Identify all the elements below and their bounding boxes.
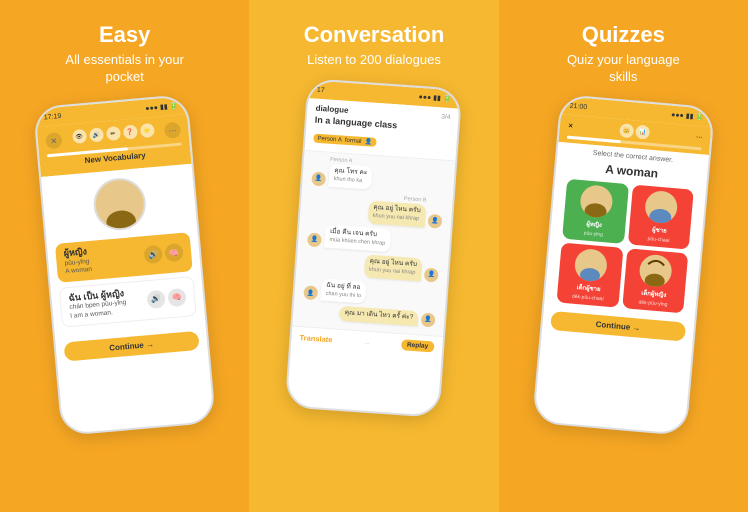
quiz-option-4-thai: เด็กผู้หญิง — [641, 287, 667, 299]
brain-btn-2[interactable]: 🧠 — [167, 287, 187, 307]
panel-easy: Easy All essentials in yourpocket 17:19 … — [0, 0, 249, 512]
icon-1: 👁 — [72, 129, 87, 144]
listen-btn-1[interactable]: 🔊 — [144, 245, 164, 265]
quiz-avatar-2 — [644, 190, 679, 225]
panel-easy-subtitle: All essentials in yourpocket — [65, 52, 184, 86]
quiz-person-3-icon — [573, 248, 608, 283]
dialogue-title: dialogue — [316, 104, 349, 115]
panel-easy-title: Easy — [99, 22, 150, 48]
avatar — [91, 176, 147, 232]
vocab-en-1: A woman — [65, 266, 92, 277]
panel-conversation-title: Conversation — [304, 22, 445, 48]
chat-bubble-4: คุณ อยู่ ไหน ครับkhun yuu nai khrap — [364, 254, 423, 281]
status-icons-left: ●●● ▮▮ 🔋 — [145, 101, 179, 112]
quiz-more-btn[interactable]: ⋯ — [695, 133, 702, 142]
formal-label: formal — [345, 138, 362, 145]
quiz-person-4-icon — [638, 253, 673, 288]
quiz-avatar-1 — [579, 184, 614, 219]
chat-bubble-3: เมื่อ คืน เจน ครับmüa khüen chen khrap — [324, 224, 391, 251]
status-time-right: 21:00 — [569, 102, 587, 111]
formal-badge: Person A formal 👤 — [314, 133, 377, 146]
quiz-option-1[interactable]: ผู้หญิง pûu-yǐng — [562, 179, 628, 244]
quiz-option-3-roman: dèk-pûu-chaai — [572, 293, 604, 302]
quiz-option-4-roman: dèk-pûu-yǐng — [638, 299, 667, 307]
translate-label[interactable]: Translate — [300, 333, 333, 344]
person-icon — [93, 178, 145, 230]
status-time-left: 17:19 — [44, 112, 62, 121]
chat-bubble-6: คุณ มา เดิน ไหว ครั้ ค่ะ? — [340, 306, 420, 326]
chat-bubble-2: คุณ อยู่ ไหน ครับkhun yuu nai khrap — [368, 200, 427, 227]
chat-avatar-right-3: 👤 — [421, 312, 436, 327]
quiz-content: Select the correct answer. A woman ผู้หญ… — [544, 142, 709, 320]
quiz-option-3[interactable]: เด็กผู้ชาย dèk-pûu-chaai — [556, 242, 622, 307]
vocab-content: ผู้หญิง pûu-yǐng A woman 🔊 🧠 ฉัน เป็น ผู… — [47, 227, 206, 337]
phone-conversation: 17 ●●●▮▮🔋 dialogue 3/4 In a language cla… — [285, 78, 463, 418]
panel-conversation-subtitle: Listen to 200 dialogues — [307, 52, 441, 69]
listen-btn-2[interactable]: 🔊 — [147, 289, 167, 309]
vocab-icon-row: 👁 🔊 ✏ ❓ ⭐ — [72, 123, 155, 144]
vocab-card-2-btns: 🔊 🧠 — [147, 287, 187, 308]
vocab-card-1-btns: 🔊 🧠 — [144, 243, 184, 264]
vocab-card-2[interactable]: ฉัน เป็น ผู้หญิง chǎn bpen pûu-yǐng I am… — [59, 275, 197, 327]
status-time-mid: 17 — [317, 86, 325, 94]
panel-conversation: Conversation Listen to 200 dialogues 17 … — [249, 0, 498, 512]
quiz-option-4[interactable]: เด็กผู้หญิง dèk-pûu-yǐng — [622, 248, 688, 313]
quiz-option-2-roman: pûu-chaai — [647, 236, 669, 244]
quiz-back-btn[interactable]: ✕ — [567, 121, 573, 129]
phone-easy: 17:19 ●●● ▮▮ 🔋 ✕ 👁 🔊 ✏ ❓ ⭐ ⋯ — [33, 94, 216, 436]
quiz-person-1-icon — [579, 184, 614, 219]
quiz-option-2-thai: ผู้ชาย — [652, 224, 667, 235]
icon-4: ❓ — [123, 124, 138, 139]
chat-msg-1: 👤 Person A คุณ โทร คะkhun tho ka — [309, 155, 450, 194]
chat-bubble-1: คุณ โทร คะkhun tho ka — [329, 164, 374, 190]
dialogue-page: 3/4 — [442, 113, 452, 121]
vocab-card-1[interactable]: ผู้หญิง pûu-yǐng A woman 🔊 🧠 — [55, 232, 193, 282]
icon-5: ⭐ — [139, 123, 154, 138]
quiz-icon-2: 📊 — [635, 124, 650, 139]
chat-avatar-left-2: 👤 — [307, 232, 322, 247]
quiz-grid: ผู้หญิง pûu-yǐng ผู้ชาย pûu-chaai — [552, 178, 697, 313]
chat-bubble-5: ฉัน อยู่ ที่ ลอchan yuu thi lo — [321, 278, 368, 304]
quiz-person-2-icon — [644, 190, 679, 225]
continue-btn-left[interactable]: Continue → — [64, 331, 200, 362]
status-icons-right: ●●●▮▮🔋 — [671, 110, 705, 121]
panel-quizzes: Quizzes Quiz your languageskills 21:00 ●… — [499, 0, 748, 512]
chat-avatar-right-1: 👤 — [428, 213, 443, 228]
quiz-icon-1: 👑 — [619, 123, 634, 138]
quiz-option-3-thai: เด็กผู้ชาย — [576, 282, 601, 294]
chat-avatar-left-1: 👤 — [312, 171, 327, 186]
quiz-avatar-4 — [638, 253, 673, 288]
arrow-icon: → — [363, 337, 371, 347]
replay-btn[interactable]: Replay — [401, 339, 435, 352]
brain-btn-1[interactable]: 🧠 — [165, 243, 185, 263]
chat-avatar-right-2: 👤 — [424, 267, 439, 282]
status-icons-mid: ●●●▮▮🔋 — [419, 93, 453, 103]
nav-back-btn[interactable]: ✕ — [45, 132, 62, 149]
quiz-avatar-3 — [573, 248, 608, 283]
vocab-card-2-text: ฉัน เป็น ผู้หญิง chǎn bpen pûu-yǐng I am… — [68, 287, 127, 320]
nav-more-btn[interactable]: ⋯ — [164, 121, 181, 138]
chat-area: 👤 Person A คุณ โทร คะkhun tho ka 👤 Perso… — [293, 151, 456, 336]
icon-2: 🔊 — [89, 127, 104, 142]
quiz-option-1-thai: ผู้หญิง — [586, 218, 602, 229]
chat-msg-2: 👤 Person B คุณ อยู่ ไหน ครับkhun yuu nai… — [306, 189, 447, 228]
quiz-option-1-roman: pûu-yǐng — [583, 230, 603, 238]
quiz-icons: 👑 📊 — [619, 123, 650, 140]
panel-quizzes-subtitle: Quiz your languageskills — [567, 52, 680, 86]
person-b-icon: 👤 — [365, 139, 373, 146]
person-a-label: Person A — [318, 136, 342, 144]
chat-avatar-left-3: 👤 — [304, 286, 319, 301]
icon-3: ✏ — [106, 126, 121, 141]
vocab-card-1-text: ผู้หญิง pûu-yǐng A woman — [63, 246, 92, 277]
phone-quiz: 21:00 ●●●▮▮🔋 ✕ 👑 📊 ⋯ Select the correct … — [532, 94, 715, 436]
panel-quizzes-title: Quizzes — [582, 22, 665, 48]
quiz-option-2[interactable]: ผู้ชาย pûu-chaai — [627, 184, 693, 249]
